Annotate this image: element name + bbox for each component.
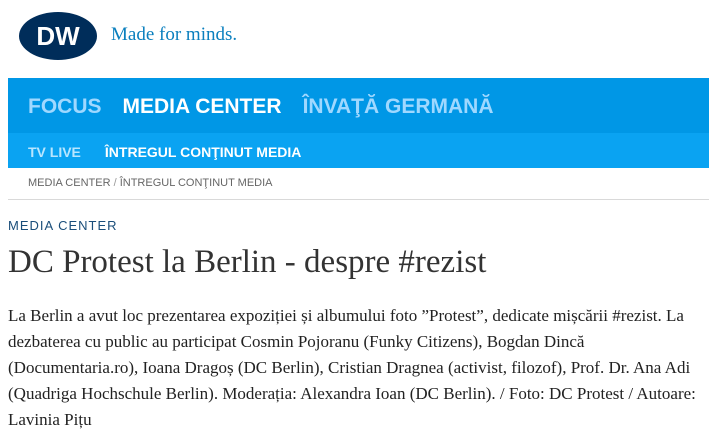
breadcrumb-separator: / [113,177,117,189]
section-label[interactable]: MEDIA CENTER [8,218,118,233]
breadcrumb-item-media-center[interactable]: MEDIA CENTER [28,177,111,189]
site-header: DW Made for minds. [0,0,709,78]
subnav-item-tv-live[interactable]: TV LIVE [28,144,81,160]
breadcrumb-bar: MEDIA CENTER / ÎNTREGUL CONŢINUT MEDIA [8,168,709,200]
nav-item-learn-german[interactable]: ÎNVAŢĂ GERMANĂ [303,95,494,119]
nav-item-media-center[interactable]: MEDIA CENTER [123,95,282,119]
nav-item-focus[interactable]: FOCUS [28,95,102,119]
dw-logo-text: DW [36,21,80,51]
dw-logo[interactable]: DW [18,11,98,61]
secondary-nav: TV LIVE ÎNTREGUL CONŢINUT MEDIA [8,133,709,168]
article-description: La Berlin a avut loc prezentarea expoziț… [8,306,696,429]
brand-tagline: Made for minds. [111,24,238,45]
main-navigation: FOCUS MEDIA CENTER ÎNVAŢĂ GERMANĂ TV LIV… [8,78,709,168]
primary-nav: FOCUS MEDIA CENTER ÎNVAŢĂ GERMANĂ [28,95,494,119]
subnav-item-all-media[interactable]: ÎNTREGUL CONŢINUT MEDIA [105,144,302,160]
article-title: DC Protest la Berlin - despre #rezist [8,244,487,280]
breadcrumb-item-all-media[interactable]: ÎNTREGUL CONŢINUT MEDIA [120,177,273,189]
breadcrumb: MEDIA CENTER / ÎNTREGUL CONŢINUT MEDIA [28,177,273,189]
